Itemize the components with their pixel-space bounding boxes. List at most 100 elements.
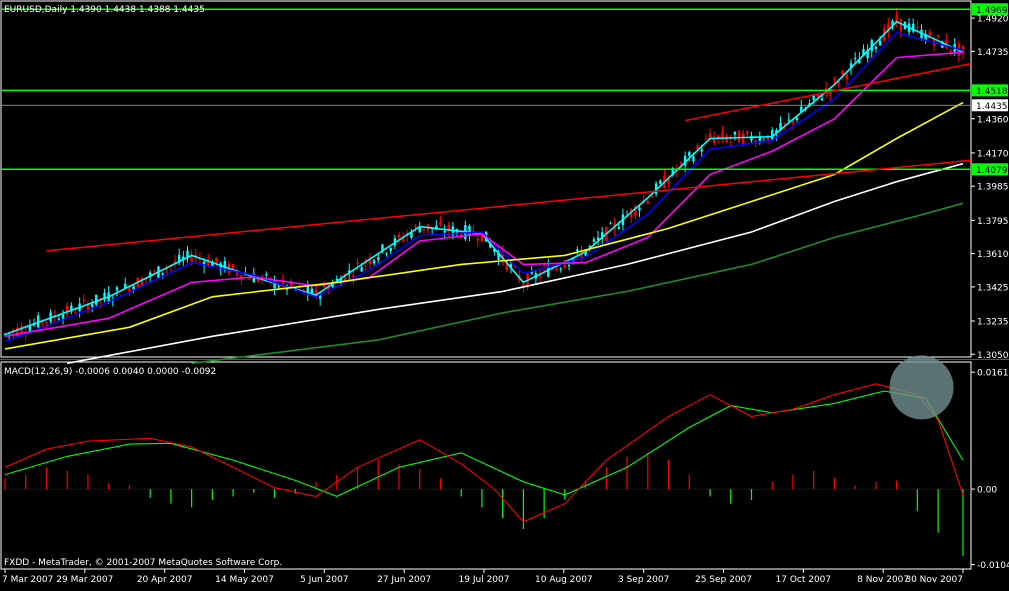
x-axis-label: 17 Oct 2007 <box>776 575 832 585</box>
y-axis-tick-label: 1.3050 <box>977 351 1009 361</box>
candle-body <box>57 318 61 321</box>
candle-body <box>377 257 380 260</box>
candle-body <box>397 234 401 238</box>
candle-body <box>812 95 815 100</box>
candle <box>704 133 708 141</box>
candle <box>596 230 600 246</box>
candle-body <box>783 123 786 125</box>
candle <box>746 130 749 137</box>
candle-body <box>692 156 695 162</box>
x-axis-label: 5 Jun 2007 <box>300 575 348 585</box>
candle-body <box>356 262 359 264</box>
x-axis-label: 10 Aug 2007 <box>535 575 593 585</box>
candle-body <box>646 200 650 204</box>
candle-body <box>787 119 791 121</box>
current-price-label: 1.4435 <box>976 102 1008 112</box>
candle-body <box>853 58 857 60</box>
candle <box>70 302 73 315</box>
candle <box>912 18 915 34</box>
level-price-label: 1.4518 <box>976 87 1008 97</box>
candle-body <box>443 231 446 233</box>
chart-canvas: 1.49691.45181.40791.44351.49201.47351.43… <box>0 0 1009 585</box>
candle <box>385 252 388 257</box>
y-axis-tick-label: 1.3985 <box>977 183 1009 193</box>
candle-body <box>609 223 612 225</box>
candle <box>86 301 90 314</box>
candle-body <box>617 227 620 229</box>
candle <box>866 44 869 63</box>
candle <box>32 318 36 328</box>
candle <box>609 221 612 225</box>
candle <box>630 207 633 224</box>
candle-body <box>916 26 919 28</box>
main-pane-frame <box>0 0 972 358</box>
candle <box>236 268 239 279</box>
moving-average-line <box>67 162 964 365</box>
candle-body <box>265 274 268 276</box>
x-axis-label: 20 Apr 2007 <box>137 575 193 585</box>
candle <box>464 220 467 241</box>
candle-body <box>700 149 703 152</box>
candle <box>659 179 662 185</box>
x-axis-label: 8 Nov 2007 <box>857 575 909 585</box>
candle <box>729 134 732 147</box>
candle-body <box>45 321 48 323</box>
chart-window: 1.4969 1.4518 1.4079 1.4435 1.4920 1.4735 1.43… <box>0 0 1009 587</box>
candle <box>273 275 276 296</box>
macd-y-axis-tick-label: -0.0104 <box>977 561 1009 571</box>
candle-body <box>659 180 662 184</box>
candle <box>173 254 177 269</box>
candle <box>547 258 550 278</box>
candle <box>567 264 571 271</box>
copyright-text: FXDD - MetaTrader, © 2001-2007 MetaQuote… <box>4 558 282 568</box>
candle <box>115 285 119 297</box>
candle-body <box>522 283 525 286</box>
candle-body <box>28 326 32 331</box>
candle-body <box>74 312 77 314</box>
candle-body <box>737 130 741 143</box>
macd-y-axis-tick-label: 0.00 <box>977 486 997 496</box>
candle-body <box>360 267 363 272</box>
candle-body <box>746 130 749 134</box>
y-axis-tick-label: 1.4170 <box>977 149 1009 159</box>
candle <box>12 328 15 339</box>
candle-body <box>741 133 745 145</box>
y-axis-tick-label: 1.4920 <box>977 15 1009 25</box>
x-axis-label: 27 Jun 2007 <box>377 575 431 585</box>
candle-body <box>638 207 641 211</box>
candle-body <box>567 264 571 267</box>
macd-pane-frame <box>0 361 972 570</box>
candle-body <box>277 286 280 288</box>
candle-body <box>845 74 849 79</box>
candle <box>600 226 604 244</box>
x-axis-label: 30 Nov 2007 <box>905 575 963 585</box>
candle-body <box>717 135 720 138</box>
candle <box>36 312 40 329</box>
y-axis-tick-label: 1.3425 <box>977 283 1009 293</box>
macd-y-axis-tick-label: 0.0161 <box>977 369 1009 379</box>
candle <box>439 215 442 227</box>
main-chart-header: EURUSD,Daily 1.4390 1.4438 1.4388 1.4435 <box>4 5 205 15</box>
x-axis-label: 14 May 2007 <box>215 575 274 585</box>
y-axis-tick-label: 1.4360 <box>977 115 1009 125</box>
candle-body <box>161 272 164 275</box>
x-axis-label: 25 Sep 2007 <box>695 575 752 585</box>
macd-main-line <box>4 383 964 523</box>
candle-body <box>592 239 596 242</box>
candle-body <box>389 247 392 252</box>
candle <box>924 30 927 45</box>
candle-body <box>949 49 952 51</box>
candle <box>874 45 878 53</box>
candle <box>389 247 392 255</box>
candle-body <box>95 294 98 305</box>
candle <box>476 233 479 247</box>
candle <box>90 299 94 313</box>
candle-body <box>439 222 442 225</box>
candle-body <box>576 249 579 251</box>
candle <box>49 309 52 324</box>
candle <box>66 302 69 318</box>
x-axis-label: 19 Jul 2007 <box>459 575 510 585</box>
candle <box>576 246 579 255</box>
x-axis-label: 29 Mar 2007 <box>56 575 113 585</box>
x-axis-label: 3 Sep 2007 <box>618 575 669 585</box>
